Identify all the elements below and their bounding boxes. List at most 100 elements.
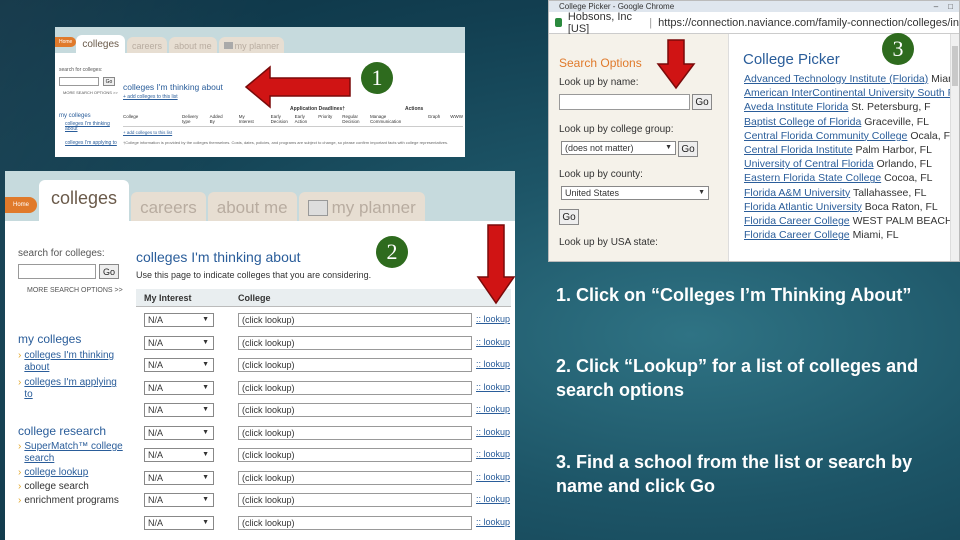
college-name[interactable]: American InterContinental University Sou… — [744, 87, 959, 99]
college-field[interactable]: (click lookup) — [238, 335, 472, 350]
college-list-item[interactable]: University of Central Florida Orlando, F… — [744, 157, 954, 171]
college-field[interactable]: (click lookup) — [238, 380, 472, 395]
college-name[interactable]: Central Florida Institute — [744, 144, 853, 156]
lookup-link[interactable]: :: lookup — [476, 382, 510, 392]
lookup-link[interactable]: :: lookup — [476, 337, 510, 347]
interest-value: N/A — [148, 450, 164, 460]
interest-select[interactable]: N/A ▼ — [144, 335, 214, 350]
college-field[interactable]: (click lookup) — [238, 448, 472, 462]
college-list-item[interactable]: American InterContinental University Sou… — [744, 86, 959, 100]
lookup-county-go[interactable]: Go — [559, 209, 579, 225]
tab-colleges-2[interactable]: colleges — [39, 180, 130, 221]
college-name[interactable]: Eastern Florida State College — [744, 172, 881, 184]
interest-select[interactable]: N/A ▼ — [144, 358, 214, 372]
home-tab[interactable]: Home — [55, 37, 77, 47]
chevron-right-icon: › — [18, 467, 22, 478]
college-field[interactable]: (click lookup) — [238, 425, 472, 440]
lookup-link[interactable]: :: lookup — [476, 449, 510, 459]
college-field[interactable]: (click lookup) — [238, 313, 472, 327]
add-colleges-link-2[interactable]: + add colleges to this list — [123, 130, 172, 135]
college-list-item[interactable]: Florida A&M University Tallahassee, FL — [744, 186, 954, 200]
college-name[interactable]: Baptist College of Florida — [744, 116, 861, 128]
college-field[interactable]: (click lookup) — [238, 470, 472, 485]
tab-my-planner[interactable]: my planner — [218, 37, 285, 53]
lookup-link[interactable]: :: lookup — [476, 472, 510, 482]
tab-about-me-2[interactable]: about me — [207, 192, 297, 221]
college-name[interactable]: University of Central Florida — [744, 158, 874, 170]
interest-select[interactable]: N/A ▼ — [144, 380, 214, 395]
home-tab-2[interactable]: Home — [5, 197, 38, 213]
lookup-link[interactable]: :: lookup — [476, 494, 510, 504]
interest-select[interactable]: N/A ▼ — [144, 515, 214, 530]
college-list-item[interactable]: Central Florida Community College Ocala,… — [744, 129, 956, 143]
col-my-interest-2: My Interest — [144, 293, 192, 303]
more-search-options-2[interactable]: MORE SEARCH OPTIONS >> — [27, 287, 123, 294]
minimize-icon[interactable]: – — [934, 2, 938, 11]
college-field[interactable]: (click lookup) — [238, 358, 472, 372]
college-name[interactable]: Florida A&M University — [744, 187, 850, 199]
dropdown-arrow-icon: ▼ — [665, 144, 672, 151]
tab-careers[interactable]: careers — [127, 37, 168, 53]
lookup-name-go[interactable]: Go — [692, 94, 712, 110]
college-list-item[interactable]: Eastern Florida State College Cocoa, FL — [744, 171, 954, 185]
maximize-icon[interactable]: □ — [948, 2, 953, 11]
nav-supermatch[interactable]: SuperMatch™ college search — [24, 441, 130, 465]
interest-select[interactable]: N/A ▼ — [144, 313, 214, 327]
college-list-item[interactable]: Advanced Technology Institute (Florida) … — [744, 72, 959, 86]
college-name[interactable]: Aveda Institute Florida — [744, 101, 848, 113]
nav-applying-to-2[interactable]: colleges I'm applying to — [24, 377, 123, 401]
college-name[interactable]: Central Florida Community College — [744, 130, 907, 142]
college-name[interactable]: Florida Career College — [744, 215, 850, 227]
college-name[interactable]: Advanced Technology Institute (Florida) — [744, 73, 928, 85]
interest-select[interactable]: N/A ▼ — [144, 448, 214, 462]
college-list-item[interactable]: Central Florida Institute Palm Harbor, F… — [744, 143, 954, 157]
nav-applying-to[interactable]: colleges I'm applying to — [65, 141, 120, 146]
lookup-link[interactable]: :: lookup — [476, 517, 510, 527]
tab-colleges[interactable]: colleges — [76, 35, 126, 53]
college-list-item[interactable]: Baptist College of Florida Graceville, F… — [744, 115, 954, 129]
add-colleges-link[interactable]: + add colleges to this list — [123, 94, 178, 100]
lookup-link[interactable]: :: lookup — [476, 359, 510, 369]
college-field[interactable]: (click lookup) — [238, 515, 472, 530]
lookup-county-value: United States — [565, 188, 620, 198]
college-list-item[interactable]: Florida Career College Miami, FL — [744, 228, 954, 242]
college-list-item[interactable]: Florida Career College WEST PALM BEACH, … — [744, 214, 959, 228]
lookup-group-go[interactable]: Go — [678, 141, 698, 157]
lookup-group-select[interactable]: (does not matter) ▼ — [561, 141, 676, 155]
interest-select[interactable]: N/A ▼ — [144, 425, 214, 440]
tab-careers-2[interactable]: careers — [131, 192, 206, 221]
chevron-right-icon: › — [18, 350, 22, 361]
search-input-2[interactable] — [18, 264, 96, 279]
lookup-county-select[interactable]: United States ▼ — [561, 186, 709, 200]
table-header-row: College Delivery type Added By My Intere… — [123, 114, 463, 127]
dropdown-arrow-icon: ▼ — [202, 338, 209, 346]
interest-select[interactable]: N/A ▼ — [144, 470, 214, 485]
search-input[interactable] — [59, 77, 99, 86]
college-field[interactable]: (click lookup) — [238, 403, 472, 417]
nav-enrichment[interactable]: enrichment programs — [24, 495, 118, 507]
college-name[interactable]: Florida Career College — [744, 229, 850, 241]
address-bar[interactable]: Hobsons, Inc [US] | https://connection.n… — [549, 11, 959, 35]
interest-select[interactable]: N/A ▼ — [144, 493, 214, 507]
college-field[interactable]: (click lookup) — [238, 493, 472, 507]
more-search-options[interactable]: MORE SEARCH OPTIONS >> — [63, 90, 118, 95]
lookup-link[interactable]: :: lookup — [476, 427, 510, 437]
nav-thinking-about[interactable]: colleges I'm thinking about — [65, 122, 120, 132]
college-list-item[interactable]: Aveda Institute Florida St. Petersburg, … — [744, 100, 954, 114]
nav-college-search[interactable]: college search — [24, 481, 88, 493]
scrollbar-thumb[interactable] — [952, 46, 958, 86]
college-name[interactable]: Florida Atlantic University — [744, 201, 862, 213]
lookup-link[interactable]: :: lookup — [476, 314, 510, 324]
tab-my-planner-2[interactable]: my planner — [298, 192, 425, 221]
search-go-button-2[interactable]: Go — [99, 264, 119, 279]
lookup-name-input[interactable] — [559, 94, 690, 110]
disclaimer: †College information is provided by the … — [123, 140, 449, 145]
lookup-link[interactable]: :: lookup — [476, 404, 510, 414]
college-list-item[interactable]: Florida Atlantic University Boca Raton, … — [744, 200, 954, 214]
search-go-button[interactable]: Go — [103, 77, 115, 86]
interest-select[interactable]: N/A ▼ — [144, 403, 214, 417]
nav-thinking-about-2[interactable]: colleges I'm thinking about — [24, 350, 123, 374]
nav-college-lookup[interactable]: college lookup — [24, 467, 88, 479]
scrollbar[interactable] — [950, 34, 959, 261]
tab-about-me[interactable]: about me — [169, 37, 217, 53]
